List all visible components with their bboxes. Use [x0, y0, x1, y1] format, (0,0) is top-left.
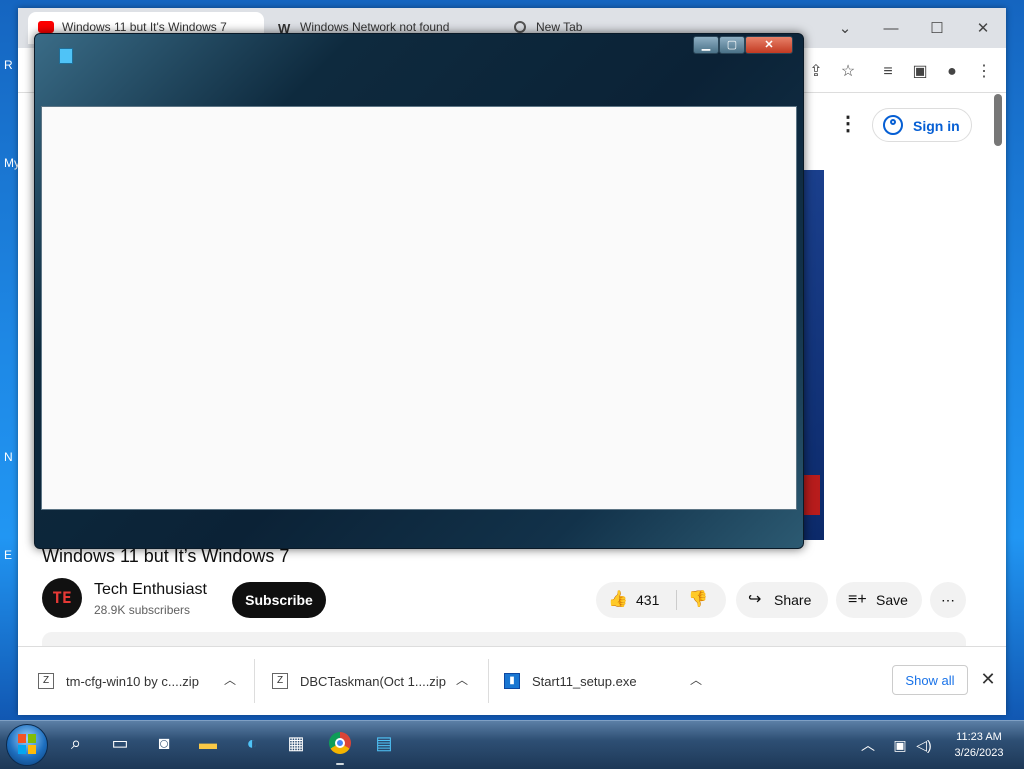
- edge-icon[interactable]: ◐: [238, 729, 266, 757]
- share-icon: ↪: [748, 591, 762, 608]
- desktop-icon-label[interactable]: E: [4, 548, 12, 562]
- save-button[interactable]: ≡+ Save: [836, 582, 922, 618]
- window-client-area[interactable]: [41, 106, 797, 510]
- download-bar: Z tm-cfg-win10 by c....zip ︿ Z DBCTaskma…: [18, 646, 1006, 715]
- network-icon[interactable]: ▣: [890, 735, 910, 755]
- account-icon: [883, 115, 903, 135]
- volume-icon[interactable]: ◁): [914, 735, 934, 755]
- chrome-icon[interactable]: [326, 729, 354, 757]
- like-dislike-group: 👍 431 👎: [596, 582, 726, 618]
- download-filename: tm-cfg-win10 by c....zip: [66, 674, 199, 689]
- file-explorer-icon[interactable]: ▬: [194, 729, 222, 757]
- clock-date: 3/26/2023: [954, 747, 1004, 759]
- store-icon[interactable]: ▦: [282, 729, 310, 757]
- download-filename: DBCTaskman(Oct 1....zip: [300, 674, 446, 689]
- show-all-downloads-button[interactable]: Show all: [892, 665, 968, 695]
- close-button[interactable]: ✕: [745, 36, 793, 54]
- running-indicator: [336, 763, 344, 765]
- exe-file-icon: ▮: [504, 673, 520, 689]
- search-icon[interactable]: ⌕: [62, 729, 90, 757]
- more-icon: ⋯: [941, 592, 955, 608]
- download-item[interactable]: Z DBCTaskman(Oct 1....zip ︿: [252, 647, 488, 715]
- sign-in-label: Sign in: [913, 118, 960, 134]
- desktop-icon-label[interactable]: N: [4, 450, 13, 464]
- tab-title: Windows 11 but It's Windows 7: [62, 20, 227, 34]
- share-button[interactable]: ↪ Share: [736, 582, 828, 618]
- profile-icon[interactable]: ●: [940, 60, 964, 84]
- subscriber-count: 28.9K subscribers: [94, 603, 191, 617]
- subscribe-button[interactable]: Subscribe: [232, 582, 326, 618]
- save-playlist-icon: ≡+: [848, 591, 867, 608]
- notepad-icon: [59, 48, 73, 64]
- maximize-button[interactable]: ▢: [719, 36, 745, 54]
- close-download-bar-icon[interactable]: ✕: [978, 669, 998, 689]
- chrome-menu-icon[interactable]: ⋮: [972, 60, 996, 84]
- minimize-button[interactable]: ▁: [693, 36, 719, 54]
- youtube-menu-icon[interactable]: ⋮: [838, 112, 858, 136]
- system-clock[interactable]: 11:23 AM 3/26/2023: [944, 729, 1014, 761]
- bookmark-star-icon[interactable]: ☆: [836, 60, 860, 84]
- notepad-icon[interactable]: ▤: [370, 729, 398, 757]
- share-page-icon[interactable]: ⇪: [804, 60, 828, 84]
- desktop-icon-label[interactable]: R: [4, 58, 13, 72]
- tab-search-icon[interactable]: ⌄: [822, 16, 868, 42]
- windows-logo-icon: [18, 734, 36, 754]
- like-count[interactable]: 431: [636, 582, 659, 618]
- video-title: Windows 11 but It’s Windows 7: [42, 546, 290, 566]
- description-box[interactable]: [42, 632, 966, 646]
- chevron-up-icon[interactable]: ︿: [858, 735, 878, 755]
- start-button[interactable]: [6, 724, 48, 766]
- download-filename: Start11_setup.exe: [532, 674, 637, 689]
- zip-file-icon: Z: [38, 673, 54, 689]
- chat-icon[interactable]: ◙: [150, 729, 178, 757]
- chevron-up-icon[interactable]: ︿: [688, 671, 704, 688]
- sign-in-button[interactable]: Sign in: [872, 108, 972, 142]
- taskbar: ⌕ ▭ ◙ ▬ ◐ ▦ ▤ ︿ ▣ ◁) 11:23 AM 3/26/2023: [0, 720, 1024, 769]
- more-actions-button[interactable]: ⋯: [930, 582, 966, 618]
- side-panel-icon[interactable]: ▣: [908, 60, 932, 84]
- download-item[interactable]: ▮ Start11_setup.exe ︿: [484, 647, 720, 715]
- tab-title: Windows Network not found: [300, 20, 450, 34]
- chevron-up-icon[interactable]: ︿: [454, 671, 470, 688]
- aero-window[interactable]: ▁ ▢ ✕: [34, 33, 804, 549]
- clock-time: 11:23 AM: [956, 731, 1002, 743]
- like-icon[interactable]: 👍: [608, 582, 628, 618]
- dislike-icon[interactable]: 👎: [688, 582, 708, 618]
- task-view-icon[interactable]: ▭: [106, 729, 134, 757]
- scrollbar-thumb[interactable]: [994, 94, 1002, 146]
- channel-avatar[interactable]: TE: [42, 578, 82, 618]
- reading-list-icon[interactable]: ≡: [876, 60, 900, 84]
- share-label: Share: [774, 592, 812, 608]
- download-item[interactable]: Z tm-cfg-win10 by c....zip ︿: [18, 647, 254, 715]
- tab-title: New Tab: [536, 20, 583, 34]
- save-label: Save: [876, 592, 908, 608]
- divider: [676, 590, 677, 610]
- minimize-button[interactable]: —: [868, 16, 914, 42]
- maximize-button[interactable]: ☐: [914, 16, 960, 42]
- channel-name[interactable]: Tech Enthusiast: [94, 581, 207, 599]
- youtube-icon: [38, 21, 54, 33]
- zip-file-icon: Z: [272, 673, 288, 689]
- google-icon: [514, 21, 526, 33]
- close-button[interactable]: ✕: [960, 16, 1006, 42]
- chevron-up-icon[interactable]: ︿: [222, 671, 238, 688]
